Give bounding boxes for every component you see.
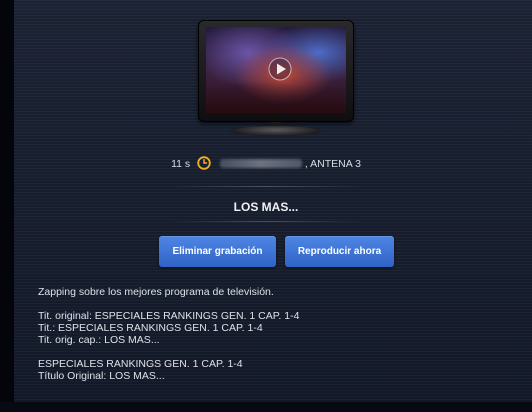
bottom-edge [0,402,532,412]
divider-top [168,186,364,187]
tv-icon[interactable] [198,20,354,140]
recording-duration: 11 s [171,158,191,170]
description-line: ESPECIALES RANKINGS GEN. 1 CAP. 1-4 [38,358,243,370]
recording-title: LOS MAS... [233,200,299,214]
tv-screen-thumbnail [206,27,346,113]
play-now-button[interactable]: Reproducir ahora [285,236,394,267]
clock-icon [197,156,211,170]
tv-base [230,126,322,136]
delete-recording-button[interactable]: Eliminar grabación [159,236,276,267]
recording-date-redacted [219,159,302,168]
tv-bezel [198,20,354,122]
play-icon[interactable] [268,57,292,81]
description-line: Tit. orig. cap.: LOS MAS... [38,334,160,346]
recording-description: Zapping sobre los mejores programa de te… [38,286,508,382]
divider-bottom [168,221,364,222]
recording-channel: , ANTENA 3 [304,158,361,170]
recording-detail-screen: 11 s , ANTENA 3 LOS MAS... Eliminar grab… [0,0,532,412]
description-summary: Zapping sobre los mejores programa de te… [38,286,274,298]
description-line: Tit. original: ESPECIALES RANKINGS GEN. … [38,310,300,322]
recording-info-line: 11 s , ANTENA 3 [0,156,532,170]
description-line: Título Original: LOS MAS... [38,370,165,382]
description-line: Tit.: ESPECIALES RANKINGS GEN. 1 CAP. 1-… [38,322,263,334]
